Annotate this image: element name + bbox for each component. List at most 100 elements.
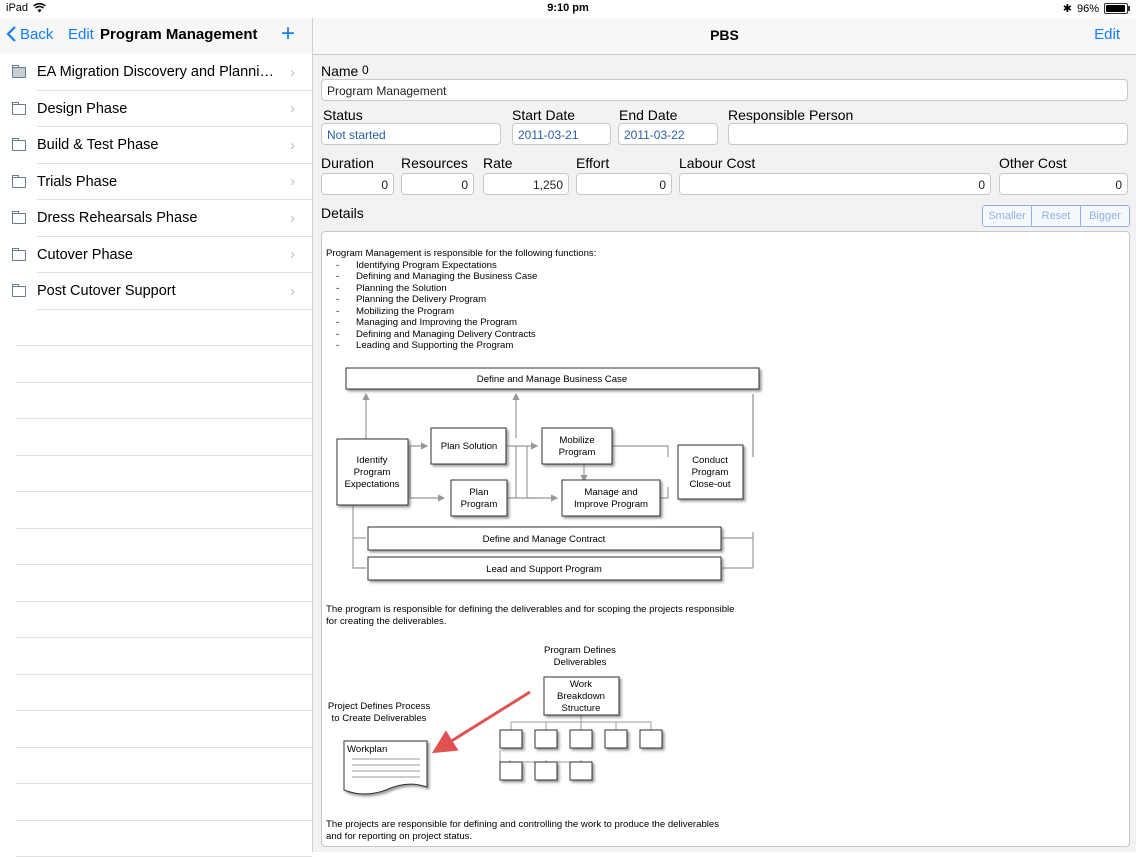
chevron-right-icon: › (290, 137, 295, 154)
closeout-box-line: Conduct (692, 455, 728, 466)
details-para-3: The projects are responsible for definin… (326, 819, 719, 842)
chevron-left-icon (6, 25, 17, 43)
reset-button[interactable]: Reset (1031, 206, 1080, 226)
sidebar-nav-bar: Back Edit Program Management + (0, 18, 312, 55)
wbs-box-line: Work (570, 679, 592, 690)
chevron-right-icon: › (290, 173, 295, 190)
font-size-segmented-control: Smaller Reset Bigger (982, 205, 1130, 227)
clock: 9:10 pm (0, 2, 1136, 14)
phase-list: EA Migration Discovery and Planning Phas… (0, 54, 312, 852)
main-nav-bar: PBS Edit (313, 18, 1136, 55)
folder-icon (12, 140, 26, 151)
duration-field[interactable]: 0 (321, 173, 394, 195)
resources-label: Resources (401, 155, 468, 171)
start-date-label: Start Date (512, 107, 575, 123)
bluetooth-icon: ✱ (1063, 2, 1072, 15)
manage-box-line: Manage and (584, 487, 637, 498)
responsible-person-field[interactable] (728, 123, 1128, 145)
sidebar-title: Program Management (100, 26, 258, 43)
empty-row (0, 565, 312, 602)
details-text-line: for creating the deliverables. (326, 616, 735, 628)
resources-field[interactable]: 0 (401, 173, 474, 195)
empty-row (0, 748, 312, 785)
add-button[interactable]: + (281, 20, 295, 48)
list-item-label: Post Cutover Support (37, 283, 282, 299)
empty-row (0, 638, 312, 675)
empty-row (0, 711, 312, 748)
identify-box-line: Program (354, 467, 391, 478)
list-item[interactable]: EA Migration Discovery and Planning Phas… (0, 54, 312, 91)
folder-icon (12, 213, 26, 224)
folder-icon (12, 104, 26, 115)
mobilize-box-line: Program (559, 447, 596, 458)
empty-row (0, 675, 312, 712)
status-field[interactable]: Not started (321, 123, 501, 145)
effort-label: Effort (576, 155, 609, 171)
empty-row (0, 383, 312, 420)
name-char-count: 0 (362, 63, 369, 77)
manage-box-line: Improve Program (574, 499, 648, 510)
list-item[interactable]: Dress Rehearsals Phase› (0, 200, 312, 237)
contract-box: Define and Manage Contract (483, 534, 606, 545)
program-defines-line: Program Defines (544, 645, 616, 656)
empty-row (0, 492, 312, 529)
folder-icon (12, 177, 26, 188)
chevron-right-icon: › (290, 210, 295, 227)
folder-icon (12, 286, 26, 297)
project-defines-line: to Create Deliverables (332, 713, 427, 724)
list-item[interactable]: Design Phase› (0, 91, 312, 128)
project-defines-line: Project Defines Process (328, 701, 431, 712)
plan-solution-box: Plan Solution (441, 441, 498, 452)
effort-field[interactable]: 0 (576, 173, 672, 195)
list-item[interactable]: Build & Test Phase › (0, 127, 312, 164)
chevron-right-icon: › (290, 246, 295, 263)
back-button[interactable]: Back (6, 25, 53, 43)
details-viewer[interactable]: Program Management is responsible for th… (321, 231, 1130, 847)
battery-percent: 96% (1077, 3, 1099, 15)
chevron-right-icon: › (290, 100, 295, 117)
empty-row (0, 602, 312, 639)
list-item[interactable]: Post Cutover Support› (0, 273, 312, 310)
main-edit-button[interactable]: Edit (1094, 26, 1120, 43)
identify-box-line: Expectations (345, 479, 400, 490)
mobilize-box-line: Mobilize (559, 435, 594, 446)
list-item[interactable]: Trials Phase› (0, 164, 312, 201)
lead-support-box: Lead and Support Program (486, 564, 602, 575)
labour-cost-field[interactable]: 0 (679, 173, 991, 195)
responsible-person-label: Responsible Person (728, 107, 853, 123)
wbs-box-line: Breakdown (557, 691, 605, 702)
closeout-box-line: Program (692, 467, 729, 478)
plan-program-box-line: Program (461, 499, 498, 510)
smaller-button[interactable]: Smaller (983, 206, 1031, 226)
empty-row (0, 784, 312, 821)
list-item-label: EA Migration Discovery and Planning Phas… (37, 64, 282, 80)
list-item-label: Build & Test Phase (37, 137, 282, 153)
details-para-2: The program is responsible for defining … (326, 604, 735, 627)
details-text-line: The projects are responsible for definin… (326, 819, 719, 831)
page-title: PBS (313, 27, 1136, 43)
start-date-field[interactable]: 2011-03-21 (512, 123, 611, 145)
rate-label: Rate (483, 155, 513, 171)
plan-program-box-line: Plan (469, 487, 488, 498)
detail-pane: PBS Edit Name 0 Program Management Statu… (313, 18, 1136, 852)
program-defines-line: Deliverables (554, 657, 607, 668)
name-field[interactable]: Program Management (321, 79, 1128, 101)
list-item[interactable]: Cutover Phase › (0, 237, 312, 274)
list-item-label: Cutover Phase (37, 247, 282, 263)
rate-field[interactable]: 1,250 (483, 173, 569, 195)
status-label: Status (323, 107, 363, 123)
sidebar-edit-button[interactable]: Edit (68, 26, 94, 43)
status-bar: iPad 9:10 pm ✱ 96% (0, 0, 1136, 18)
labour-cost-label: Labour Cost (679, 155, 755, 171)
details-text-line: The program is responsible for defining … (326, 604, 735, 616)
other-cost-field[interactable]: 0 (999, 173, 1128, 195)
end-date-label: End Date (619, 107, 677, 123)
end-date-field[interactable]: 2011-03-22 (618, 123, 718, 145)
folder-icon (12, 250, 26, 261)
folder-filled-icon (12, 67, 26, 78)
program-process-diagram: Define and Manage Business Case Identify… (322, 232, 1129, 846)
details-text-line: and for reporting on project status. (326, 831, 719, 843)
empty-row (0, 346, 312, 383)
bigger-button[interactable]: Bigger (1080, 206, 1129, 226)
sidebar: Back Edit Program Management + EA Migrat… (0, 18, 313, 852)
